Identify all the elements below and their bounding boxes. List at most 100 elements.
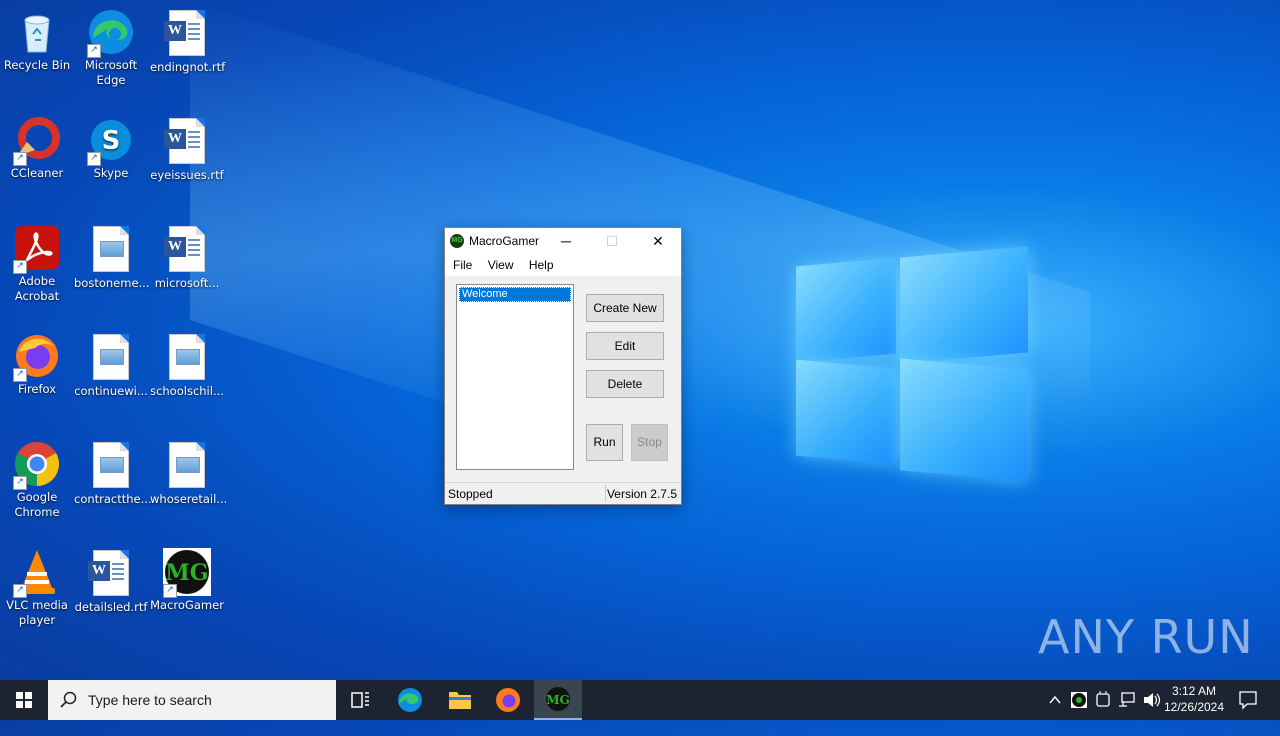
- window-title: MacroGamer: [469, 234, 540, 248]
- image-file-icon: [163, 442, 211, 490]
- icon-label: contractthe...: [74, 492, 152, 506]
- icon-label: MacroGamer: [150, 598, 224, 612]
- word-document-icon: W: [163, 10, 211, 58]
- skype-icon: S ↗: [87, 116, 135, 166]
- action-center-button[interactable]: [1232, 680, 1264, 720]
- taskbar-edge[interactable]: [386, 680, 434, 720]
- tray-volume[interactable]: [1140, 680, 1162, 720]
- icon-label: Adobe Acrobat: [14, 274, 60, 303]
- taskbar-search-box[interactable]: Type here to search: [48, 680, 336, 720]
- delete-button[interactable]: Delete: [586, 370, 664, 398]
- edit-button[interactable]: Edit: [586, 332, 664, 360]
- desktop-icon-continuewi[interactable]: continuewi...: [74, 332, 148, 399]
- ccleaner-icon: ↗: [13, 116, 61, 166]
- word-document-icon: W: [163, 226, 211, 274]
- tray-macrogamer[interactable]: [1068, 680, 1090, 720]
- icon-label: Google Chrome: [14, 490, 60, 519]
- network-icon: [1119, 692, 1135, 707]
- maximize-button[interactable]: ☐: [589, 228, 635, 254]
- macro-list[interactable]: Welcome: [456, 284, 574, 470]
- status-bar: Stopped Version 2.7.5: [445, 482, 681, 504]
- icon-label: schoolschil...: [150, 384, 224, 398]
- desktop-icon-recycle-bin[interactable]: Recycle Bin: [0, 8, 74, 73]
- icon-label: continuewi...: [74, 384, 148, 398]
- windows-logo-wallpaper: [796, 242, 1028, 482]
- search-placeholder: Type here to search: [88, 692, 212, 708]
- macrogamer-tray-icon: [1071, 692, 1087, 708]
- desktop-icon-google-chrome[interactable]: ↗ Google Chrome: [0, 440, 74, 520]
- icon-label: VLC media player: [6, 598, 68, 627]
- menu-view[interactable]: View: [480, 254, 514, 272]
- stop-button[interactable]: Stop: [631, 424, 668, 461]
- anyrun-watermark: ANY RUN: [1038, 610, 1254, 664]
- word-document-icon: W: [87, 550, 135, 598]
- tray-network[interactable]: [1116, 680, 1138, 720]
- tray-device[interactable]: [1092, 680, 1114, 720]
- chrome-icon: ↗: [13, 440, 61, 490]
- show-hidden-icons-button[interactable]: [1044, 680, 1066, 720]
- chevron-up-icon: [1049, 695, 1061, 704]
- macrogamer-window: MG MacroGamer ─ ☐ ✕ File View Help Welco…: [444, 227, 682, 505]
- desktop-icon-skype[interactable]: S ↗ Skype: [74, 116, 148, 181]
- clock-date: 12/26/2024: [1163, 700, 1225, 714]
- firefox-icon: [496, 688, 520, 712]
- image-file-icon: [87, 226, 135, 274]
- desktop-icon-vlc[interactable]: ↗ VLC media player: [0, 548, 74, 628]
- icon-label: detailsled.rtf: [74, 600, 148, 614]
- icon-label: microsoft...: [154, 276, 220, 290]
- desktop-icon-ccleaner[interactable]: ↗ CCleaner: [0, 116, 74, 181]
- status-text: Stopped: [448, 487, 493, 501]
- title-bar[interactable]: MG MacroGamer ─ ☐ ✕: [445, 228, 681, 254]
- icon-label: Recycle Bin: [3, 58, 71, 72]
- desktop-icon-bostoneme[interactable]: bostoneme...: [74, 224, 150, 291]
- folder-icon: [449, 692, 471, 709]
- desktop-icon-eyeissues[interactable]: W eyeissues.rtf: [150, 116, 224, 183]
- taskbar-firefox[interactable]: [484, 680, 532, 720]
- search-icon: [60, 691, 77, 708]
- menu-file[interactable]: File: [445, 254, 472, 272]
- icon-label: CCleaner: [10, 166, 64, 180]
- task-view-button[interactable]: [336, 680, 384, 720]
- desktop-icon-macrogamer[interactable]: MG ↗ MacroGamer: [150, 548, 224, 613]
- start-button[interactable]: [0, 680, 48, 720]
- svg-text:MG: MG: [165, 560, 208, 586]
- macrogamer-app-icon: MG: [450, 234, 464, 248]
- desktop-icon-microsoft-doc[interactable]: W microsoft...: [150, 224, 224, 291]
- icon-label: Firefox: [17, 382, 57, 396]
- create-new-button[interactable]: Create New: [586, 294, 664, 322]
- notification-icon: [1239, 691, 1257, 710]
- desktop-icon-adobe-acrobat[interactable]: ↗ Adobe Acrobat: [0, 224, 74, 304]
- desktop-icon-microsoft-edge[interactable]: ↗ Microsoft Edge: [74, 8, 148, 88]
- desktop-icon-endingnot[interactable]: W endingnot.rtf: [150, 8, 226, 75]
- icon-label: eyeissues.rtf: [150, 168, 224, 182]
- taskbar-file-explorer[interactable]: [436, 680, 484, 720]
- close-button[interactable]: ✕: [635, 228, 681, 254]
- icon-label: bostoneme...: [74, 276, 150, 290]
- taskbar-macrogamer[interactable]: MG: [534, 680, 582, 720]
- desktop-icon-schoolschil[interactable]: schoolschil...: [150, 332, 224, 399]
- device-icon: [1096, 691, 1110, 707]
- desktop-icon-firefox[interactable]: ↗ Firefox: [0, 332, 74, 397]
- icon-label: whoseretail...: [150, 492, 228, 506]
- list-item[interactable]: Welcome: [459, 287, 571, 302]
- desktop-icon-whoseretail[interactable]: whoseretail...: [150, 440, 228, 507]
- macrogamer-icon: MG ↗: [163, 548, 211, 598]
- image-file-icon: [163, 334, 211, 382]
- edge-icon: [398, 688, 422, 712]
- taskbar: Type here to search MG 3:12 AM 12/26/202…: [0, 680, 1280, 720]
- minimize-button[interactable]: ─: [543, 228, 589, 254]
- desktop-icon-detailsled[interactable]: W detailsled.rtf: [74, 548, 148, 615]
- icon-label: Skype: [93, 166, 129, 180]
- status-separator: [605, 485, 606, 502]
- icon-label: endingnot.rtf: [150, 60, 226, 74]
- icon-label: Microsoft Edge: [84, 58, 138, 87]
- menu-help[interactable]: Help: [521, 254, 554, 272]
- word-document-icon: W: [163, 118, 211, 166]
- image-file-icon: [87, 442, 135, 490]
- clock[interactable]: 3:12 AM 12/26/2024: [1160, 680, 1228, 720]
- run-button[interactable]: Run: [586, 424, 623, 461]
- edge-icon: ↗: [87, 8, 135, 58]
- desktop-icon-contractthe[interactable]: contractthe...: [74, 440, 152, 507]
- firefox-icon: ↗: [13, 332, 61, 382]
- recycle-bin-icon: [13, 8, 61, 56]
